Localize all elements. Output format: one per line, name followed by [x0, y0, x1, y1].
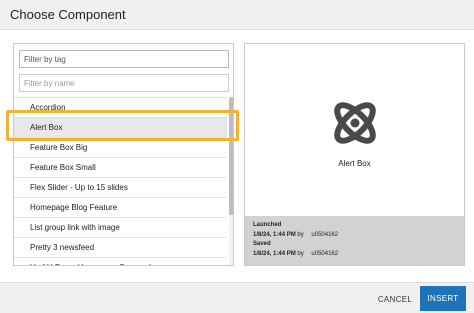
list-item[interactable]: Feature Box Big	[14, 137, 227, 157]
atom-icon	[334, 102, 376, 144]
component-preview-panel: Alert Box Launched 1/8/24, 1:44 PM by u0…	[244, 43, 465, 266]
list-item[interactable]: List group link with image	[14, 217, 227, 237]
saved-user: u0504162	[311, 250, 339, 257]
filter-by-name-input[interactable]	[19, 74, 229, 92]
launched-label: Launched	[253, 222, 282, 228]
launched-info: 1/8/24, 1:44 PM by u0504162	[253, 231, 464, 241]
preview-metadata: Launched 1/8/24, 1:44 PM by u0504162 Sav…	[245, 216, 464, 265]
launched-user: u0504162	[311, 231, 339, 238]
dialog-footer: CANCEL INSERT	[0, 282, 474, 313]
list-item[interactable]: Pretty 3 newsfeed	[14, 237, 227, 257]
preview-component-name: Alert Box	[338, 159, 371, 168]
choose-component-dialog: Choose Component Accordion Alert Box Fea…	[0, 0, 474, 313]
dialog-title: Choose Component	[10, 7, 126, 22]
list-item[interactable]: Feature Box Small	[14, 157, 227, 177]
component-list-panel: Accordion Alert Box Feature Box Big Feat…	[13, 43, 234, 266]
list-item-selected[interactable]: Alert Box	[14, 117, 227, 137]
launched-by-label: by	[297, 231, 304, 238]
dialog-header: Choose Component	[0, 0, 474, 30]
component-list: Accordion Alert Box Feature Box Big Feat…	[14, 97, 227, 265]
launched-datetime: 1/8/24, 1:44 PM	[253, 231, 296, 238]
cancel-button[interactable]: CANCEL	[373, 291, 417, 307]
saved-info: 1/8/24, 1:44 PM by u0504162	[253, 250, 464, 260]
saved-datetime: 1/8/24, 1:44 PM	[253, 250, 296, 257]
insert-button[interactable]: INSERT	[420, 286, 466, 311]
list-item[interactable]: Homepage Blog Feature	[14, 197, 227, 217]
list-item[interactable]: Flex Slider - Up to 15 slides	[14, 177, 227, 197]
filter-by-tag-input[interactable]	[19, 50, 229, 68]
list-scrollbar[interactable]	[229, 97, 233, 265]
list-item[interactable]: U of U Press Homepage Carousel	[14, 257, 227, 265]
list-scrollbar-thumb[interactable]	[229, 97, 233, 215]
list-item[interactable]: Accordion	[14, 97, 227, 117]
saved-label: Saved	[253, 241, 271, 247]
saved-by-label: by	[297, 250, 304, 257]
